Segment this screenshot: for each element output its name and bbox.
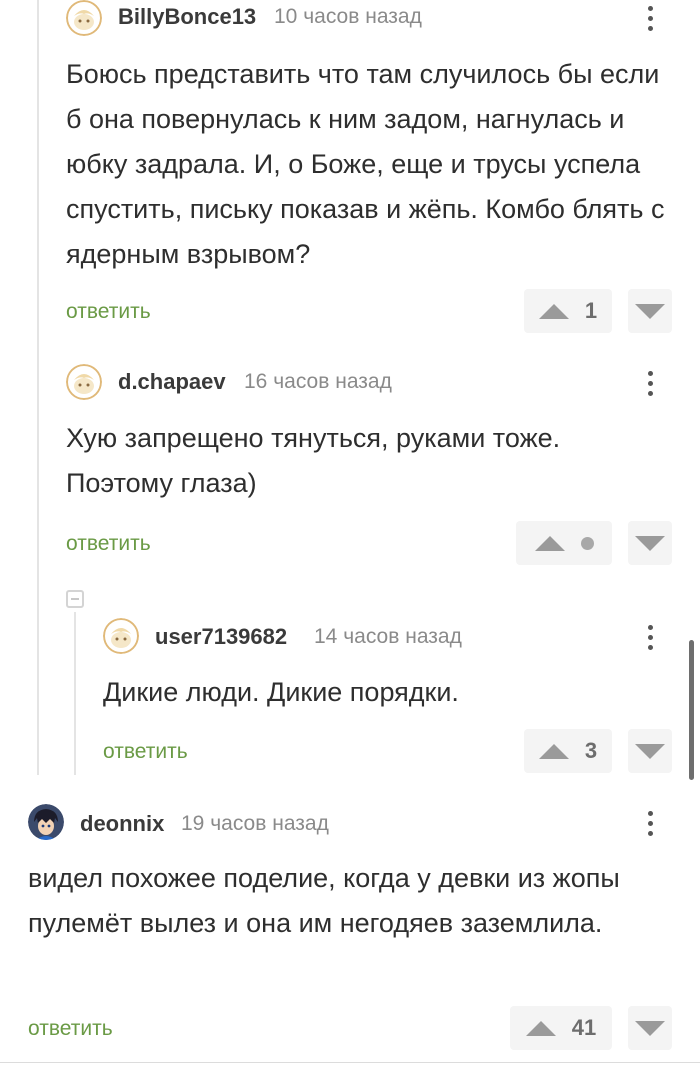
thread-line-level1 — [37, 0, 39, 775]
more-options-icon[interactable] — [640, 805, 660, 841]
score: 41 — [571, 1015, 597, 1040]
reply-link[interactable]: ответить — [103, 740, 188, 764]
reply-link[interactable]: ответить — [28, 1017, 113, 1041]
upvote-button[interactable]: 1 — [524, 289, 612, 333]
comment-text: видел похожее поделие, когда у девки из … — [28, 863, 620, 938]
reply-link[interactable]: ответить — [66, 532, 151, 556]
downvote-icon — [635, 303, 665, 319]
avatar[interactable] — [103, 618, 139, 654]
downvote-icon — [635, 1020, 665, 1036]
username[interactable]: deonnix — [80, 811, 164, 837]
downvote-button[interactable] — [628, 521, 672, 565]
downvote-button[interactable] — [628, 1006, 672, 1050]
upvote-button[interactable]: 3 — [524, 729, 612, 773]
divider — [0, 1062, 700, 1063]
more-options-icon[interactable] — [640, 619, 660, 655]
avatar[interactable] — [66, 364, 102, 400]
timestamp: 16 часов назад — [244, 370, 392, 393]
username[interactable]: user7139682 — [155, 624, 287, 650]
upvote-icon — [534, 535, 565, 551]
default-avatar-icon — [103, 618, 139, 654]
timestamp: 19 часов назад — [181, 812, 329, 835]
thread-line-level2 — [74, 612, 76, 775]
timestamp: 10 часов назад — [274, 5, 422, 28]
upvote-icon — [538, 303, 569, 319]
upvote-icon — [538, 743, 569, 759]
score: 3 — [584, 738, 598, 763]
collapse-thread-button[interactable] — [66, 590, 84, 608]
username[interactable]: d.chapaev — [118, 369, 226, 395]
score: 1 — [584, 298, 598, 323]
comment-text: Боюсь представить что там случилось бы е… — [66, 59, 665, 269]
avatar[interactable] — [28, 804, 64, 840]
downvote-button[interactable] — [628, 729, 672, 773]
default-avatar-icon — [66, 0, 102, 36]
username[interactable]: BillyBonce13 — [118, 4, 256, 30]
scrollbar[interactable] — [689, 640, 694, 780]
upvote-button[interactable]: 41 — [510, 1006, 612, 1050]
score-hidden-dot — [580, 536, 594, 550]
default-avatar-icon — [66, 364, 102, 400]
downvote-button[interactable] — [628, 289, 672, 333]
timestamp: 14 часов назад — [314, 625, 462, 648]
more-options-icon[interactable] — [640, 0, 660, 36]
downvote-icon — [635, 743, 665, 759]
anime-character-avatar — [28, 804, 64, 840]
comment-text: Хую запрещено тянуться, руками тоже. Поэ… — [66, 423, 561, 498]
upvote-icon — [525, 1020, 556, 1036]
upvote-button[interactable] — [516, 521, 612, 565]
downvote-icon — [635, 535, 665, 551]
comment-text: Дикие люди. Дикие порядки. — [103, 677, 459, 707]
reply-link[interactable]: ответить — [66, 300, 151, 324]
more-options-icon[interactable] — [640, 365, 660, 401]
avatar[interactable] — [66, 0, 102, 36]
